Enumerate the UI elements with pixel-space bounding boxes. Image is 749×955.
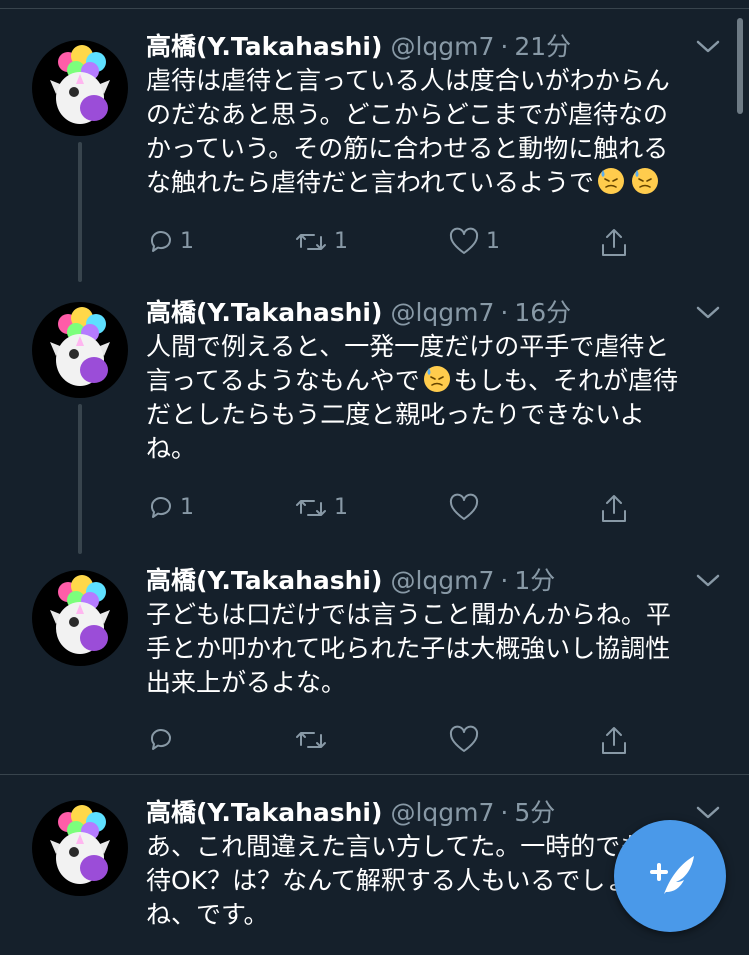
tweet-text-line: ね。 [146,434,197,463]
like-icon [449,493,479,520]
retweet-count: 1 [334,229,348,254]
reply-icon [150,231,171,252]
avatar[interactable] [32,800,128,896]
tweet-text-line: だとしたらもう二度と親叱ったりできないよ [146,400,645,429]
tweet-text: 子どもは口だけでは言うこと聞かんからね。平 手とか叩かれて叱られた子は大概強いし協… [146,598,706,700]
like-count: 1 [486,229,500,254]
share-icon [602,229,626,256]
meta-separator: · [500,298,509,327]
user-handle[interactable]: @lqgm7 [390,798,494,827]
reply-button[interactable]: 1 [146,224,226,260]
tweet-text-line: のだなあと思う。どこからどこまでが虐待なの [146,100,669,129]
like-button[interactable] [448,722,528,758]
tweet-text-line: 言ってるようなもんやで [146,366,420,395]
reply-button[interactable] [146,722,226,758]
tweet-menu-button[interactable] [694,34,722,58]
timestamp[interactable]: 1分 [514,566,555,595]
reply-icon [150,497,171,518]
tweet[interactable]: 高橋(Y.Takahashi) @lqgm7 · 16分 人間で例えると、一発一度だけ… [0,296,749,546]
downcast-face-with-sweat-emoji-icon [423,366,450,392]
tweet-text-line: 子どもは口だけでは言うこと聞かんからね。平 [146,600,672,629]
compose-tweet-button[interactable] [614,820,726,932]
retweet-icon [296,500,326,516]
tweet-text-line: 虐待は虐待と言っている人は度合いがわからん [146,66,670,95]
tweet-actions: 1 1 1 [146,224,666,260]
retweet-count: 1 [334,495,348,520]
tweet-text-line-with-emoji: 言ってるようなもんやで もしも、それが虐待 [146,364,706,398]
tweet-menu-button[interactable] [694,300,722,324]
tweet-header: 高橋(Y.Takahashi) @lqgm7 · 1分 [146,564,555,598]
tweet[interactable]: 高橋(Y.Takahashi) @lqgm7 · 21分 虐待は虐待と言っている人は度… [0,30,749,280]
tweet-header: 高橋(Y.Takahashi) @lqgm7 · 5分 [146,796,555,830]
retweet-icon [296,732,326,748]
reply-count: 1 [180,229,194,254]
share-icon [602,495,626,522]
display-name[interactable]: 高橋(Y.Takahashi) [146,298,382,327]
share-icon [602,727,626,754]
like-button[interactable] [448,490,528,526]
timestamp[interactable]: 5分 [514,798,555,827]
tweet-text-line: 出来上がるよな。 [146,668,347,697]
retweet-button[interactable]: 1 [294,224,374,260]
tweet-text: 虐待は虐待と言っている人は度合いがわからん のだなあと思う。どこからどこまでが虐待… [146,64,706,200]
chevron-down-icon [696,40,720,53]
tweet-header: 高橋(Y.Takahashi) @lqgm7 · 21分 [146,30,571,64]
tweet-text-line-with-emoji: な触れたら虐待だと言われているようで [146,166,706,200]
meta-separator: · [500,566,509,595]
unicorn-avatar-icon [50,45,110,124]
timestamp[interactable]: 16分 [514,298,571,327]
downcast-face-with-sweat-emoji-icon [632,168,659,194]
tweet-text-line: 人間で例えると、一発一度だけの平手で虐待と [146,332,670,361]
display-name[interactable]: 高橋(Y.Takahashi) [146,798,382,827]
share-button[interactable] [598,490,634,526]
tweet-actions: 1 1 [146,490,666,526]
unicorn-avatar-icon [50,575,110,654]
display-name[interactable]: 高橋(Y.Takahashi) [146,566,382,595]
like-button[interactable]: 1 [448,224,528,260]
like-icon [449,227,479,254]
tweet[interactable]: 高橋(Y.Takahashi) @lqgm7 · 1分 子どもは口だけでは言うこと聞か… [0,564,749,764]
avatar[interactable] [32,570,128,666]
user-handle[interactable]: @lqgm7 [390,566,494,595]
compose-tweet-icon [650,856,694,894]
tweet-text-fragment: もしも、それが虐待 [453,366,679,395]
user-handle[interactable]: @lqgm7 [390,298,494,327]
downcast-face-with-sweat-emoji-icon [598,168,625,194]
reply-button[interactable]: 1 [146,490,226,526]
chevron-down-icon [696,574,720,587]
reply-count: 1 [180,495,194,520]
tweet-text-line: な触れたら虐待だと言われているようで [146,168,595,197]
share-button[interactable] [598,224,634,260]
timestamp[interactable]: 21分 [514,32,571,61]
retweet-icon [296,234,326,250]
unicorn-avatar-icon [50,307,110,386]
avatar[interactable] [32,40,128,136]
tweet-menu-button[interactable] [694,568,722,592]
share-button[interactable] [598,722,634,758]
tweet-text: 人間で例えると、一発一度だけの平手で虐待と 言ってるようなもんやで もしも、それが虐… [146,330,706,466]
tweet-actions [146,722,666,758]
retweet-button[interactable] [294,722,374,758]
meta-separator: · [500,798,509,827]
meta-separator: · [500,32,509,61]
reply-icon [150,729,171,750]
retweet-button[interactable]: 1 [294,490,374,526]
tweet-header: 高橋(Y.Takahashi) @lqgm7 · 16分 [146,296,571,330]
chevron-down-icon [696,306,720,319]
tweet-text-line: かっていう。その筋に合わせると動物に触れる [146,134,669,163]
like-icon [449,725,479,752]
display-name[interactable]: 高橋(Y.Takahashi) [146,32,382,61]
user-handle[interactable]: @lqgm7 [390,32,494,61]
tweet-text-line: 手とか叩かれて叱られた子は大概強いし協調性 [146,634,671,663]
unicorn-avatar-icon [50,805,110,884]
top-divider [0,0,749,9]
timeline: 高橋(Y.Takahashi) @lqgm7 · 21分 虐待は虐待と言っている人は度… [0,0,749,955]
avatar[interactable] [32,302,128,398]
tweet-divider [0,774,749,775]
